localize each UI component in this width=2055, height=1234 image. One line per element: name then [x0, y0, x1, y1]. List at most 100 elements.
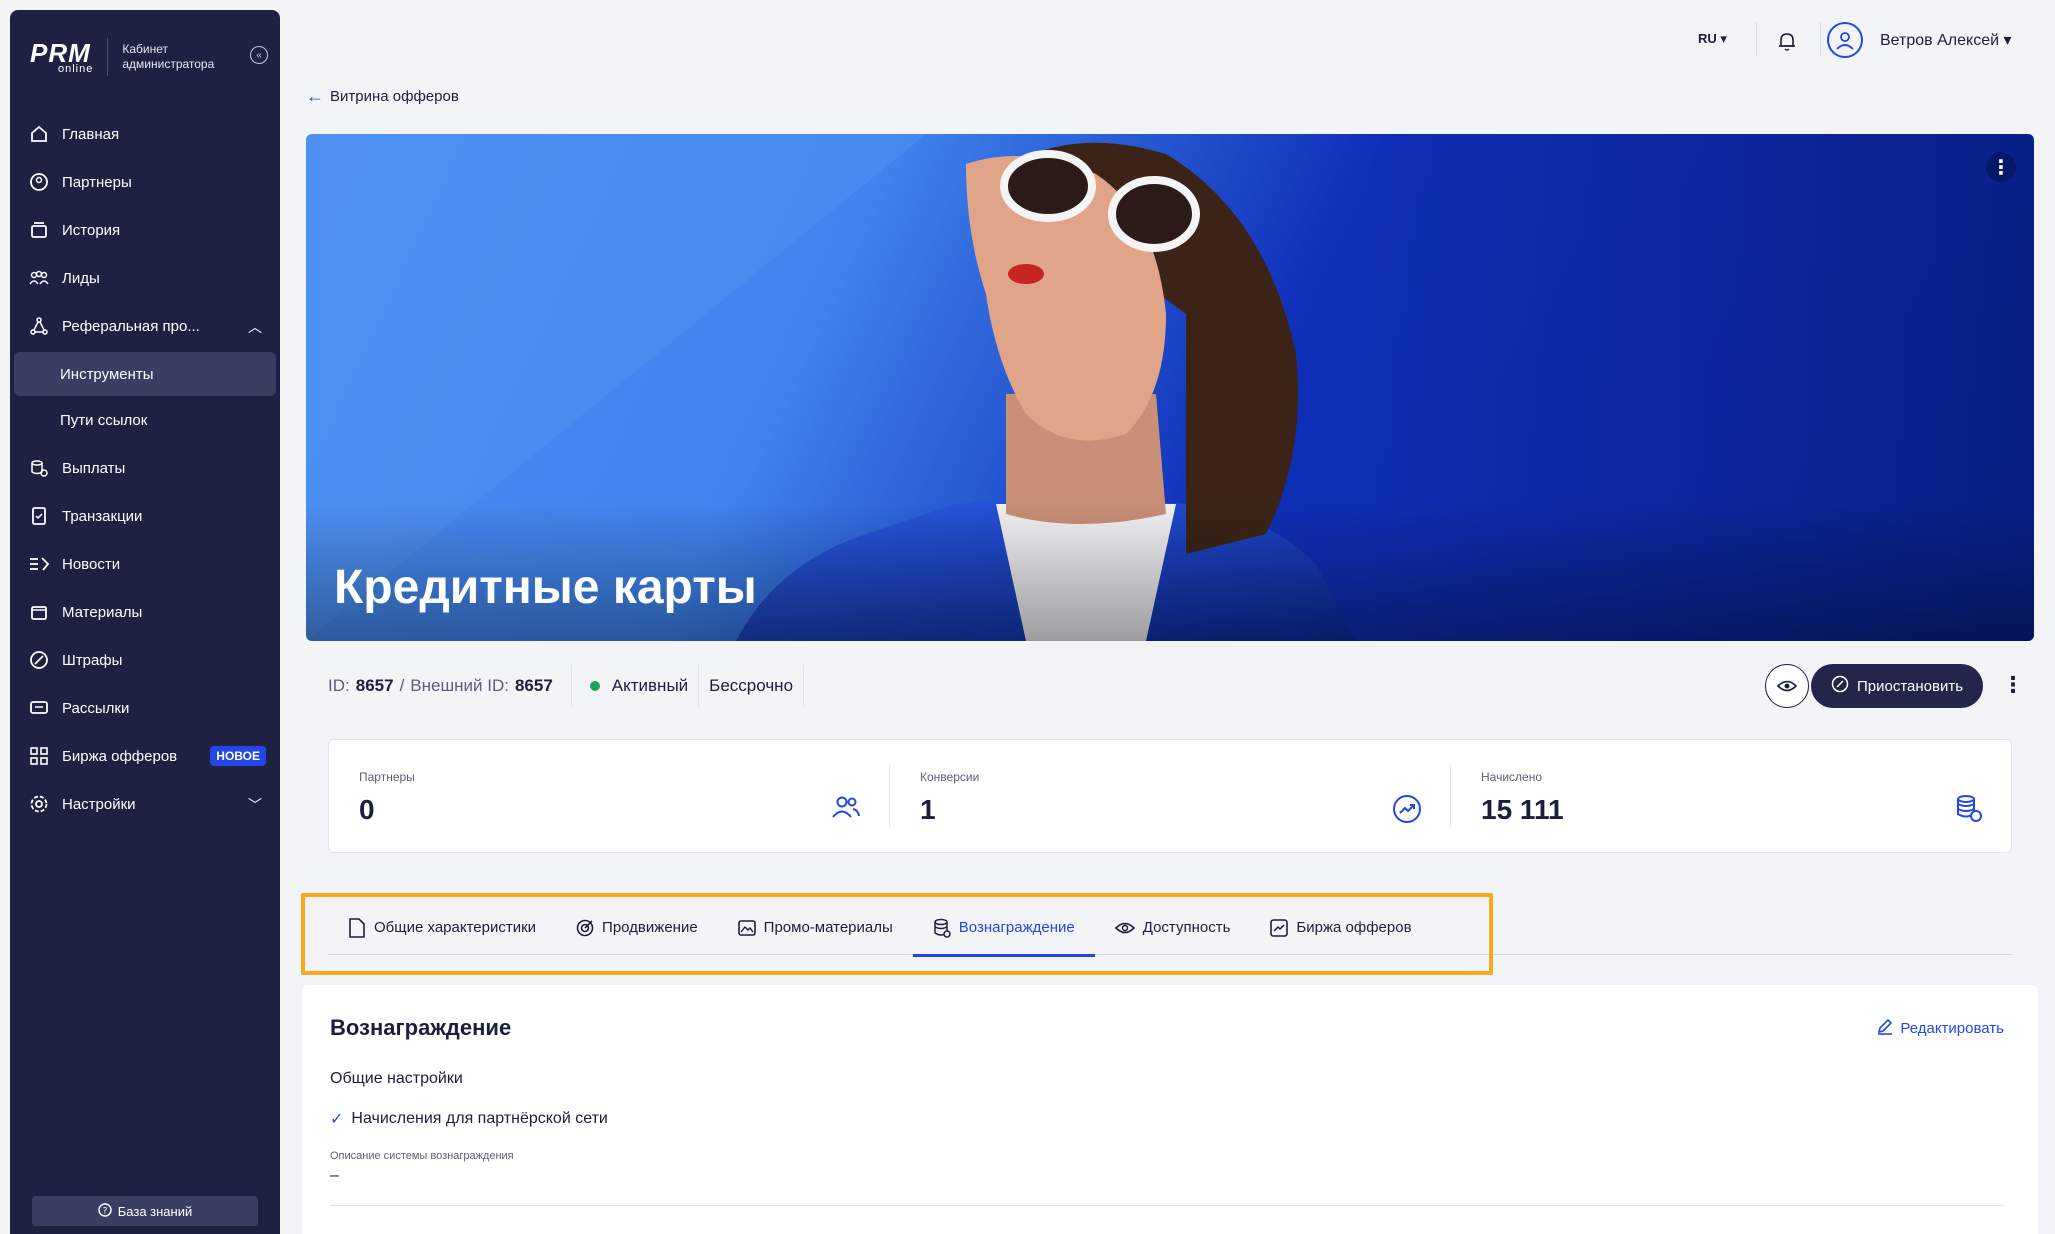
sidebar-item-label: Материалы — [62, 603, 143, 621]
new-badge: НОВОЕ — [210, 746, 266, 766]
back-link-label: Витрина офферов — [330, 88, 459, 105]
sidebar-item-link-paths[interactable]: Пути ссылок — [14, 398, 276, 442]
external-id-value: 8657 — [514, 676, 553, 695]
tab-label: Вознаграждение — [958, 919, 1075, 936]
sidebar-item-label: Лиды — [62, 269, 100, 287]
sidebar-item-materials[interactable]: Материалы — [10, 588, 280, 636]
sidebar-item-payouts[interactable]: Выплаты — [10, 444, 280, 492]
divider — [698, 665, 700, 707]
referral-icon — [28, 315, 50, 337]
language-selector[interactable]: RU ▾ — [1698, 31, 1727, 47]
payouts-icon — [28, 457, 50, 479]
id-label: ID: — [328, 676, 350, 695]
fines-icon — [28, 649, 50, 671]
chevron-down-icon[interactable]: ﹀ — [248, 795, 262, 815]
history-icon — [28, 219, 50, 241]
sidebar-item-transactions[interactable]: Транзакции — [10, 492, 280, 540]
topbar-divider — [1756, 22, 1757, 56]
offer-hero-banner: Кредитные карты ⋮ — [306, 134, 2034, 641]
back-link[interactable]: ← Витрина офферов — [306, 86, 459, 107]
partners-icon — [28, 171, 50, 193]
general-settings-heading: Общие настройки — [330, 1070, 463, 1087]
sidebar-item-referral[interactable]: Реферальная про... ︿ — [10, 302, 280, 350]
description-label: Описание системы вознаграждения — [330, 1150, 514, 1162]
sidebar-item-home[interactable]: Главная — [10, 110, 280, 158]
stat-partners: Партнеры 0 — [329, 740, 889, 852]
tab-promo-materials[interactable]: Промо-материалы — [718, 900, 913, 955]
sidebar-item-label: Главная — [62, 125, 120, 143]
sidebar-nav: Главная Партнеры История Лиды Реферальна… — [10, 110, 280, 828]
sidebar-item-history[interactable]: История — [10, 206, 280, 254]
edit-button-label: Редактировать — [1900, 1019, 2004, 1037]
stat-label: Начислено — [1481, 770, 1543, 784]
document-icon — [348, 917, 366, 938]
tab-label: Общие характеристики — [374, 919, 537, 936]
tab-offers-exchange[interactable]: Биржа офферов — [1250, 900, 1431, 955]
tab-reward[interactable]: Вознаграждение — [912, 900, 1095, 957]
stat-value: 15 111 — [1481, 794, 1564, 825]
sidebar-item-label: Рассылки — [62, 699, 130, 717]
stat-label: Партнеры — [359, 770, 415, 784]
preview-button[interactable] — [1765, 664, 1809, 708]
topbar-divider — [1820, 22, 1821, 56]
description-value: – — [330, 1167, 339, 1184]
stats-card: Партнеры 0 Конверсии 1 Начислено 15 111 — [328, 739, 2012, 853]
settings-icon — [28, 793, 50, 815]
knowledge-base-button[interactable]: ? База знаний — [32, 1196, 258, 1226]
more-vertical-icon[interactable]: ⋮ — [1986, 152, 2016, 182]
edit-icon — [1876, 1017, 1894, 1039]
sidebar-item-label: Штрафы — [62, 651, 123, 669]
status-badge: Активный — [611, 676, 689, 695]
id-value: 8657 — [355, 676, 394, 695]
stat-label: Конверсии — [920, 770, 980, 784]
brand: PRM online Кабинет администратора — [30, 32, 232, 82]
bell-icon[interactable] — [1776, 30, 1798, 52]
partners-icon — [831, 794, 861, 825]
prm-logo[interactable]: PRM online — [30, 40, 93, 75]
mailings-icon — [28, 697, 50, 719]
sidebar-item-news[interactable]: Новости — [10, 540, 280, 588]
sidebar-item-label: Инструменты — [60, 365, 154, 383]
divider — [570, 665, 572, 707]
sidebar-item-leads[interactable]: Лиды — [10, 254, 280, 302]
offer-title: Кредитные карты — [334, 561, 757, 614]
status-dot — [589, 681, 600, 691]
stat-value: 1 — [920, 794, 936, 825]
cabinet-title: Кабинет администратора — [122, 42, 215, 71]
news-icon — [28, 553, 50, 575]
brand-divider — [107, 38, 109, 76]
trending-up-icon — [1392, 794, 1422, 829]
chevron-up-icon[interactable]: ︿ — [248, 317, 262, 337]
user-menu[interactable]: Ветров Алексей ▾ — [1880, 30, 2012, 50]
chart-icon — [1270, 918, 1289, 937]
svg-text:?: ? — [102, 1206, 107, 1216]
logo-text: PRM — [30, 37, 91, 68]
sidebar-item-settings[interactable]: Настройки ﹀ — [10, 780, 280, 828]
sidebar-item-label: Партнеры — [62, 173, 132, 191]
tab-general[interactable]: Общие характеристики — [328, 900, 556, 955]
sidebar-item-mailings[interactable]: Рассылки — [10, 684, 280, 732]
eye-settings-icon — [1114, 920, 1135, 936]
section-title: Вознаграждение — [330, 1015, 512, 1040]
sidebar-item-offers-exchange[interactable]: Биржа офферов НОВОЕ — [10, 732, 280, 780]
sidebar-item-label: Реферальная про... — [62, 317, 200, 335]
image-icon — [737, 919, 756, 937]
sidebar-item-partners[interactable]: Партнеры — [10, 158, 280, 206]
target-icon — [576, 919, 594, 937]
tab-promotion[interactable]: Продвижение — [556, 900, 718, 955]
check-icon: ✓ — [330, 1111, 344, 1128]
sidebar-item-label: История — [62, 221, 121, 239]
offer-meta-row: ID: 8657 / Внешний ID: 8657 Активный Бес… — [328, 665, 814, 707]
sidebar-item-tools[interactable]: Инструменты — [14, 352, 276, 396]
edit-button[interactable]: Редактировать — [1876, 1017, 2004, 1039]
more-vertical-icon[interactable]: ⋮ — [2002, 672, 2024, 698]
avatar[interactable] — [1827, 22, 1863, 58]
coins-icon — [933, 918, 951, 938]
sidebar-item-fines[interactable]: Штрафы — [10, 636, 280, 684]
sidebar-item-label: Транзакции — [62, 507, 143, 525]
collapse-sidebar-button[interactable]: « — [250, 46, 268, 64]
pause-button[interactable]: Приостановить — [1811, 664, 1983, 708]
materials-icon — [28, 601, 50, 623]
eye-icon — [1777, 680, 1797, 692]
tab-availability[interactable]: Доступность — [1095, 900, 1251, 955]
